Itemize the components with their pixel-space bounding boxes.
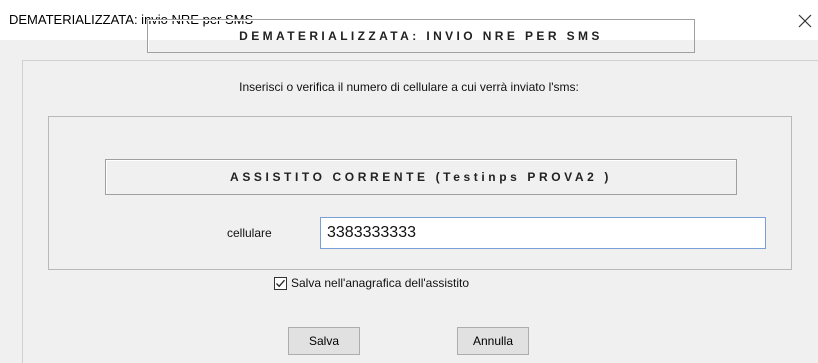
dialog-header: DEMATERIALIZZATA: INVIO NRE PER SMS — [147, 19, 695, 53]
save-to-registry-checkbox[interactable] — [274, 276, 287, 290]
save-button[interactable]: Salva — [288, 327, 360, 355]
instruction-text: Inserisci o verifica il numero di cellul… — [239, 80, 579, 94]
phone-input[interactable] — [320, 217, 766, 249]
save-to-registry-row[interactable]: Salva nell'anagrafica dell'assistito — [274, 276, 469, 290]
close-button[interactable] — [792, 8, 818, 34]
dialog-window: DEMATERIALIZZATA: invio NRE per SMS DEMA… — [0, 0, 818, 363]
checkmark-icon — [276, 279, 285, 287]
save-to-registry-label: Salva nell'anagrafica dell'assistito — [291, 276, 470, 290]
phone-label: cellulare — [227, 226, 272, 240]
patient-header: ASSISTITO CORRENTE (Testinps PROVA2 ) — [105, 159, 737, 195]
cancel-button[interactable]: Annulla — [457, 327, 529, 355]
close-icon — [798, 14, 812, 28]
